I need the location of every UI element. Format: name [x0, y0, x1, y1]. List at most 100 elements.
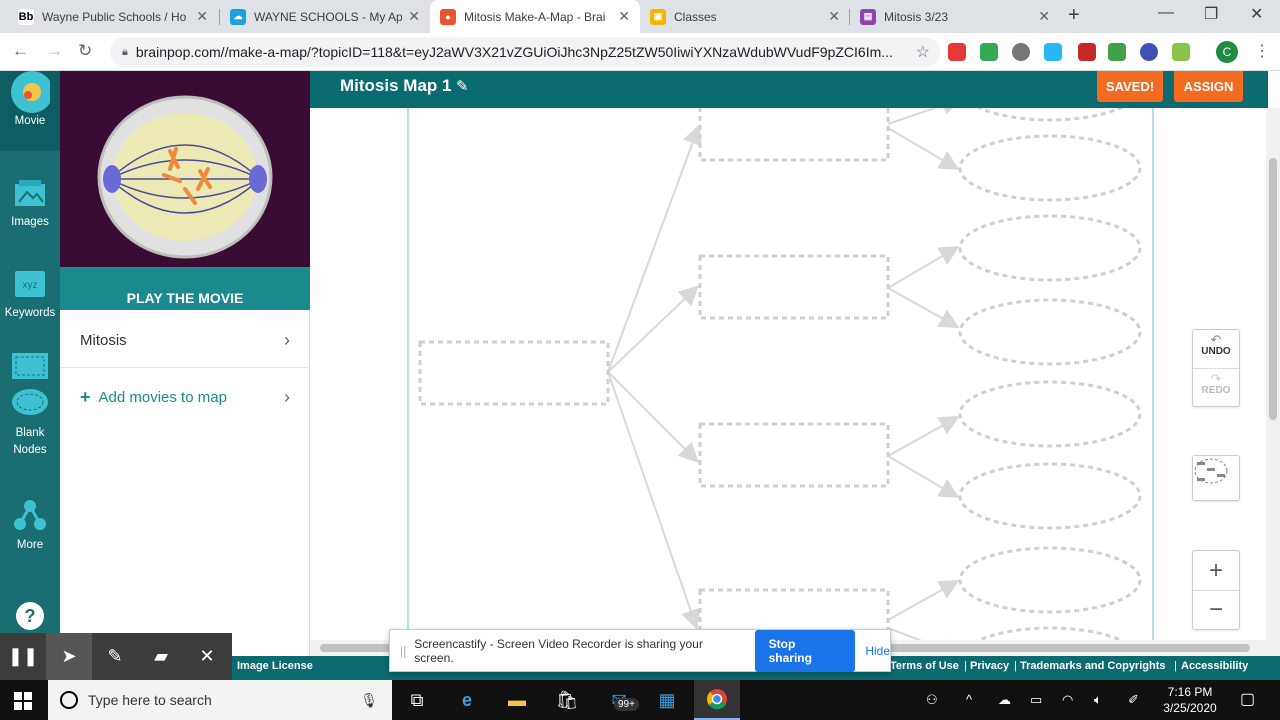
- windows-start-icon[interactable]: [14, 692, 32, 710]
- bookmark-star-icon[interactable]: ☆: [916, 42, 930, 62]
- movie-thumbnail[interactable]: [60, 71, 310, 267]
- microphone-icon[interactable]: 🎙︎: [360, 692, 378, 709]
- file-explorer-icon[interactable]: ▬: [494, 680, 540, 720]
- extension-icon[interactable]: [1044, 43, 1062, 61]
- wifi-icon[interactable]: ◠: [1062, 692, 1073, 708]
- connector-arrow: [887, 627, 960, 640]
- show-hidden-icons-button[interactable]: ^: [966, 692, 972, 707]
- volume-icon[interactable]: 🔈︎: [1094, 692, 1102, 708]
- chevron-right-icon: ›: [284, 386, 290, 407]
- pen-workspace-icon[interactable]: ✐: [1128, 692, 1139, 708]
- extension-icon[interactable]: [948, 43, 966, 61]
- hide-banner-button[interactable]: Hide: [865, 644, 890, 658]
- connector-arrow: [887, 580, 960, 621]
- extension-icon[interactable]: [1012, 43, 1030, 61]
- vertical-scrollbar[interactable]: [1266, 108, 1280, 656]
- rail-item-images[interactable]: Images: [0, 176, 60, 228]
- screencastify-toolbar: ❚❚ ➤ ✎ ▰ ✕: [0, 633, 232, 680]
- extension-icon[interactable]: [1172, 43, 1190, 61]
- close-icon[interactable]: ✕: [828, 8, 840, 25]
- help-button[interactable]: ?: [0, 601, 60, 634]
- edit-title-pencil-icon[interactable]: ✎: [456, 77, 469, 95]
- tab-mitosis-assignment[interactable]: ▤ Mitosis 3/23 ✕: [850, 0, 1060, 33]
- rail-item-movie[interactable]: Movie: [0, 71, 60, 151]
- tab-title: Mitosis Make-A-Map - Brai: [464, 9, 606, 24]
- map-title[interactable]: Mitosis Map 1: [340, 76, 451, 96]
- layout-button[interactable]: [1192, 455, 1240, 501]
- extension-icon[interactable]: [1140, 43, 1158, 61]
- battery-icon[interactable]: ▭: [1030, 692, 1042, 708]
- map-canvas[interactable]: ↶ UNDO ↷ REDO + −: [310, 108, 1268, 640]
- edge-browser-icon[interactable]: e: [444, 680, 490, 720]
- extension-icon[interactable]: [1078, 43, 1096, 61]
- chrome-icon[interactable]: [694, 680, 740, 720]
- profile-avatar[interactable]: C: [1216, 41, 1238, 63]
- close-icon[interactable]: ✕: [408, 8, 420, 25]
- privacy-link[interactable]: Privacy: [970, 660, 1009, 672]
- add-movies-button[interactable]: + Add movies to map ›: [60, 370, 310, 424]
- stop-sharing-button[interactable]: Stop sharing: [754, 629, 856, 672]
- undo-icon: ↶: [1210, 332, 1222, 347]
- tab-wayne-schools[interactable]: ☁ WAYNE SCHOOLS - My App ✕: [220, 0, 430, 33]
- url-bar[interactable]: 🔒︎ brainpop.com//make-a-map/?topicID=118…: [110, 37, 940, 67]
- tab-make-a-map[interactable]: ● Mitosis Make-A-Map - Brai ✕: [430, 0, 640, 33]
- redo-button[interactable]: ↷ REDO: [1193, 369, 1239, 407]
- leaf-node: [958, 214, 1142, 282]
- saved-button[interactable]: SAVED!: [1097, 71, 1163, 102]
- task-view-icon[interactable]: ⧉: [394, 680, 440, 720]
- rail-item-more[interactable]: More: [0, 499, 60, 551]
- extension-icon[interactable]: [1108, 43, 1126, 61]
- image-license-link[interactable]: Image License: [237, 660, 313, 672]
- accessibility-link[interactable]: Accessibility: [1181, 660, 1248, 672]
- trademarks-link[interactable]: Trademarks and Copyrights: [1020, 660, 1166, 672]
- back-button[interactable]: ←: [12, 41, 29, 61]
- close-icon[interactable]: ✕: [1038, 8, 1050, 25]
- scrollbar-thumb[interactable]: [1269, 158, 1277, 420]
- extension-icon[interactable]: [980, 43, 998, 61]
- movie-list-item-mitosis[interactable]: Mitosis ›: [60, 314, 310, 368]
- cursor-tool-button[interactable]: ➤: [46, 633, 92, 680]
- browser-menu-icon[interactable]: ⋮: [1254, 41, 1270, 61]
- mail-icon[interactable]: ✉99+: [596, 680, 642, 720]
- undo-label: UNDO: [1201, 346, 1231, 357]
- tab-classes[interactable]: ▣ Classes ✕: [640, 0, 850, 33]
- zoom-out-button[interactable]: −: [1193, 591, 1239, 629]
- notifications-icon[interactable]: ▢: [1240, 689, 1255, 709]
- concept-map: [407, 108, 1154, 640]
- forward-button[interactable]: →: [46, 41, 63, 61]
- store-icon[interactable]: 🛍︎: [544, 680, 590, 720]
- drag-handle-icon[interactable]: ||: [400, 644, 406, 658]
- undo-button[interactable]: ↶ UNDO: [1193, 330, 1239, 369]
- pause-recording-button[interactable]: ❚❚: [0, 633, 46, 680]
- close-icon[interactable]: ✕: [196, 8, 208, 25]
- window-close-button[interactable]: ✕: [1250, 4, 1263, 24]
- connector-arrow: [607, 124, 702, 373]
- taskbar-search-box[interactable]: Type here to search 🎙︎: [48, 680, 392, 720]
- brainpop-icon: ●: [440, 8, 456, 25]
- terms-link[interactable]: Terms of Use: [890, 660, 959, 672]
- connector-arrow: [607, 371, 701, 630]
- rail-label: Keywords: [4, 307, 56, 319]
- rail-item-keywords[interactable]: xyz Keywords: [0, 267, 60, 319]
- play-movie-button[interactable]: PLAY THE MOVIE: [60, 267, 310, 310]
- connector-arrow: [887, 245, 960, 289]
- tab-blackboard[interactable]: Bb Wayne Public Schools / Ho ✕: [8, 0, 218, 33]
- close-toolbar-button[interactable]: ✕: [184, 633, 230, 680]
- app-icon[interactable]: ▦: [644, 680, 690, 720]
- pen-icon: ✎: [107, 646, 123, 666]
- rail-item-blank-nodes[interactable]: Blank Nodes: [0, 349, 60, 459]
- keywords-icon: xyz: [10, 267, 50, 301]
- pen-tool-button[interactable]: ✎: [92, 633, 138, 680]
- people-icon[interactable]: ⚇: [926, 692, 938, 708]
- system-clock[interactable]: 7:16 PM 3/25/2020: [1150, 684, 1230, 716]
- eraser-tool-button[interactable]: ▰: [138, 633, 184, 680]
- reload-button[interactable]: ↻: [78, 41, 92, 61]
- zoom-in-button[interactable]: +: [1193, 551, 1239, 591]
- minimize-button[interactable]: —: [1158, 4, 1174, 22]
- new-tab-button[interactable]: +: [1068, 4, 1080, 27]
- assign-button[interactable]: ASSIGN: [1174, 71, 1243, 102]
- restore-button[interactable]: ❐: [1204, 4, 1218, 24]
- onedrive-icon[interactable]: ☁: [998, 692, 1011, 708]
- close-icon[interactable]: ✕: [618, 8, 630, 25]
- svg-text:?: ?: [25, 606, 36, 626]
